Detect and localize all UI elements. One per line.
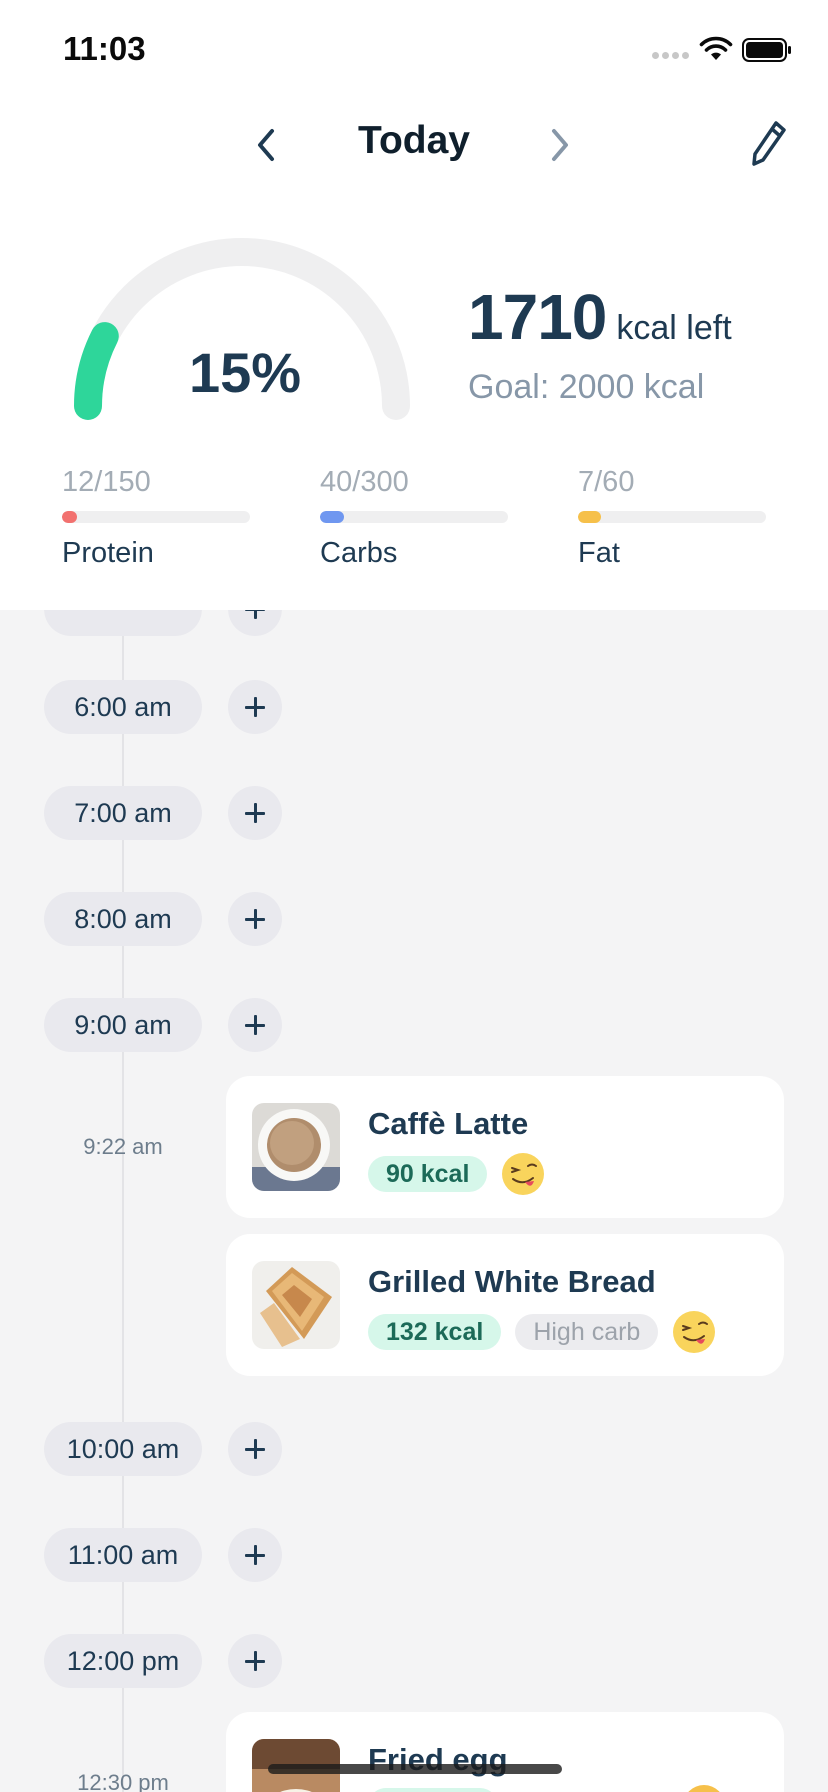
macro-value: 40/300 [320, 466, 409, 498]
time-slot[interactable]: 7:00 am [44, 786, 202, 840]
macro-fat: 7/60 Fat [578, 466, 766, 570]
pencil-icon[interactable] [748, 117, 790, 169]
gauge-fill [74, 322, 119, 420]
macro-progress-fill [578, 511, 601, 523]
yummy-face-emoji-icon[interactable] [672, 1310, 716, 1354]
macro-carbs: 40/300 Carbs [320, 466, 508, 570]
macro-name: Carbs [320, 537, 398, 569]
macro-breakdown: 12/150 Protein 40/300 Carbs 7/60 Fat [62, 466, 774, 576]
food-tags: 132 kcal High carb [368, 1310, 716, 1354]
kcal-badge [368, 1788, 498, 1792]
macro-protein: 12/150 Protein [62, 466, 250, 570]
add-meal-button[interactable] [228, 1634, 282, 1688]
caffe-latte-photo [252, 1103, 340, 1191]
time-slot[interactable]: 6:00 am [44, 680, 202, 734]
food-entry-card[interactable]: Caffè Latte 90 kcal [226, 1076, 784, 1218]
meal-timeline[interactable]: 6:00 am 7:00 am 8:00 am 9:00 am 9:22 am … [0, 610, 828, 1792]
grilled-white-bread-photo [252, 1261, 340, 1349]
macro-progress-fill [320, 511, 345, 523]
add-meal-button[interactable] [228, 680, 282, 734]
battery-icon [742, 38, 791, 62]
food-entry-card[interactable]: Grilled White Bread 132 kcal High carb [226, 1234, 784, 1376]
time-slot[interactable]: 12:00 pm [44, 1634, 202, 1688]
macro-progress-track [62, 511, 250, 523]
home-indicator[interactable] [268, 1764, 562, 1774]
progress-percent: 15% [188, 341, 302, 404]
kcal-left-label: kcal left [616, 309, 732, 347]
kcal-badge: 132 kcal [368, 1314, 502, 1350]
macro-name: Protein [62, 537, 154, 569]
status-bar: 11:03 [0, 0, 828, 100]
time-slot[interactable]: 11:00 am [44, 1528, 202, 1582]
status-time: 11:03 [63, 30, 146, 67]
add-meal-button[interactable] [228, 998, 282, 1052]
add-meal-button[interactable] [228, 786, 282, 840]
macro-name: Fat [578, 537, 620, 569]
macro-progress-track [320, 511, 508, 523]
food-tags: 90 kcal [368, 1152, 545, 1196]
cellular-signal-icon [652, 52, 690, 62]
food-name: Caffè Latte [368, 1106, 529, 1141]
calorie-goal: Goal: 2000 kcal [468, 368, 705, 406]
page-title: Today [358, 119, 470, 162]
food-entry-card[interactable]: Fried egg [226, 1712, 784, 1792]
macro-progress-fill [62, 511, 78, 523]
daily-summary-panel: 11:03 Today 15% 1710 kcal left Goal: 200… [0, 0, 828, 610]
food-tags [368, 1788, 498, 1792]
chevron-right-icon[interactable] [542, 123, 578, 167]
macro-value: 12/150 [62, 466, 151, 498]
time-slot[interactable]: 10:00 am [44, 1422, 202, 1476]
add-meal-button[interactable] [228, 1422, 282, 1476]
yummy-face-emoji-icon[interactable] [501, 1152, 545, 1196]
kcal-badge: 90 kcal [368, 1156, 488, 1192]
time-slot[interactable]: 8:00 am [44, 892, 202, 946]
add-meal-button[interactable] [228, 1528, 282, 1582]
add-meal-button[interactable] [228, 610, 282, 636]
kcal-left-value: 1710 [468, 281, 607, 353]
time-slot[interactable]: 9:00 am [44, 998, 202, 1052]
food-name: Grilled White Bread [368, 1264, 656, 1299]
macro-progress-track [578, 511, 766, 523]
emoji-icon[interactable] [682, 1784, 726, 1792]
wifi-icon [699, 36, 733, 60]
time-slot-partial[interactable] [44, 610, 202, 636]
date-navigation: Today [0, 105, 828, 185]
calorie-summary: 1710 kcal left Goal: 2000 kcal [468, 280, 808, 407]
macro-value: 7/60 [578, 466, 635, 498]
entry-time: 9:22 am [83, 1134, 163, 1159]
nutrition-tag: High carb [515, 1314, 659, 1350]
entry-time: 12:30 pm [77, 1770, 169, 1792]
add-meal-button[interactable] [228, 892, 282, 946]
